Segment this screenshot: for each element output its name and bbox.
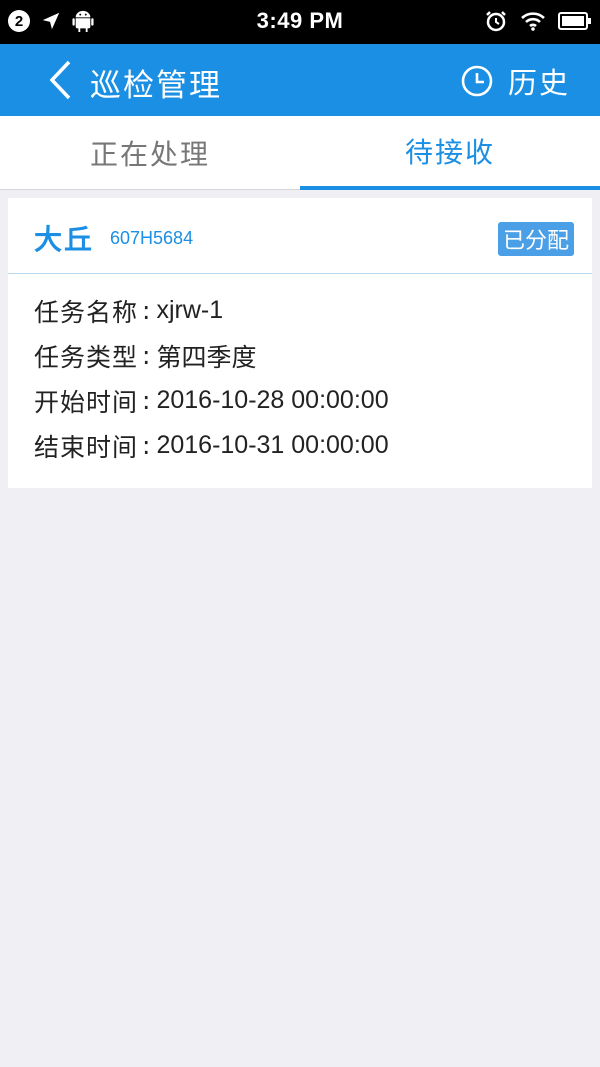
end-time-value: 2016-10-31 00:00:00 (156, 431, 389, 459)
task-card-body: 任务名称 : xjrw-1 任务类型 : 第四季度 开始时间 : 2016-10… (34, 288, 389, 468)
history-label: 历史 (507, 66, 570, 100)
end-time-separator: : (142, 431, 151, 460)
history-button[interactable]: 历史 (460, 60, 570, 102)
start-time-separator: : (142, 386, 151, 415)
status-bar: 2 3:49 PM (0, 0, 600, 44)
back-button[interactable] (40, 58, 80, 102)
clock-icon (461, 65, 493, 97)
status-right-icons (484, 9, 592, 33)
start-time-row: 开始时间 : 2016-10-28 00:00:00 (34, 378, 389, 423)
task-code: 607H5684 (110, 228, 194, 248)
status-badge: 已分配 (497, 222, 574, 256)
back-chevron-icon (49, 60, 71, 100)
end-time-label: 结束时间 (34, 432, 139, 462)
task-card[interactable]: 大丘 607H5684 已分配 任务名称 : xjrw-1 任务类型 : 第四季… (8, 198, 592, 488)
battery-icon (558, 12, 591, 30)
end-time-row: 结束时间 : 2016-10-31 00:00:00 (34, 423, 389, 468)
wifi-icon (521, 12, 545, 31)
task-type-separator: : (142, 341, 151, 370)
task-location-name: 大丘 (34, 223, 95, 256)
task-card-header: 大丘 607H5684 已分配 (8, 198, 592, 274)
tab-processing[interactable]: 正在处理 (0, 116, 300, 190)
start-time-label: 开始时间 (34, 387, 139, 417)
tab-bar: 正在处理 待接收 (0, 116, 600, 190)
task-name-value: xjrw-1 (156, 296, 224, 324)
tab-pending[interactable]: 待接收 (300, 116, 600, 190)
page-title: 巡检管理 (90, 68, 222, 104)
app-bar: 巡检管理 历史 (0, 44, 600, 116)
start-time-value: 2016-10-28 00:00:00 (156, 386, 389, 414)
task-name-row: 任务名称 : xjrw-1 (34, 288, 389, 333)
task-type-value: 第四季度 (156, 342, 257, 372)
task-type-label: 任务类型 (34, 342, 139, 372)
alarm-clock-icon (486, 11, 506, 32)
task-name-label: 任务名称 (34, 297, 139, 327)
task-type-row: 任务类型 : 第四季度 (34, 333, 389, 378)
task-name-separator: : (142, 296, 151, 325)
